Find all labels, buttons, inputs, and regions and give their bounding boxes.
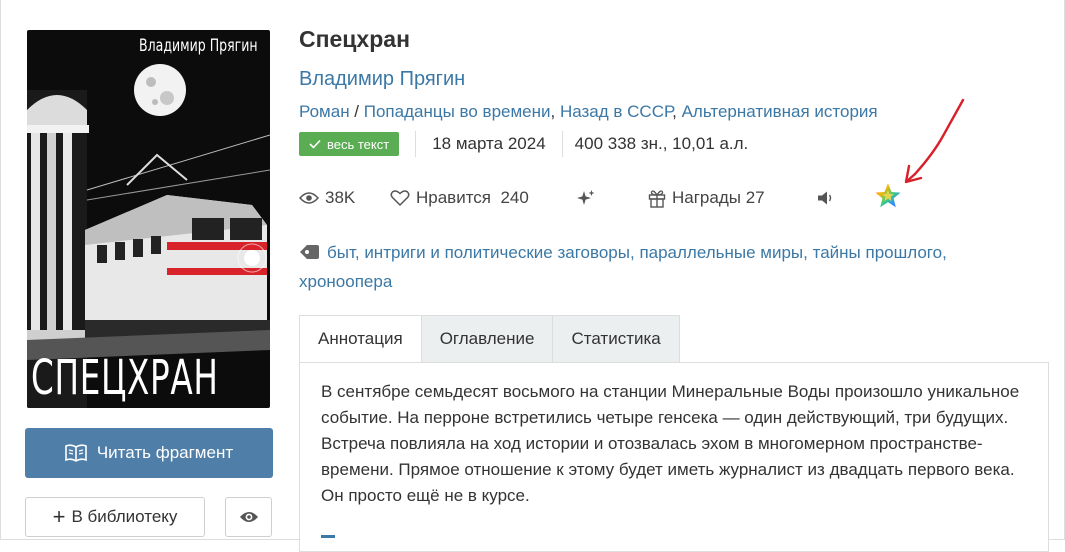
genre-link[interactable]: Назад в СССР [560,102,672,121]
heart-icon [390,190,410,207]
text-size: 400 338 зн., 10,01 а.л. [574,134,749,153]
tags-line: быт, интриги и политические заговоры, па… [299,243,947,291]
check-icon [309,139,321,149]
eye-icon [299,192,319,204]
speaker-icon [818,191,832,205]
likes-count: 240 [500,188,529,207]
sparkles-button[interactable] [576,186,602,210]
meta-row: весь текст 18 марта 2024 400 338 зн., 10… [299,131,748,157]
more-link-stub[interactable] [321,535,335,538]
tag-link[interactable]: параллельные миры [639,243,803,262]
eye-icon [239,512,258,522]
genre-comma: , [672,102,682,121]
genre-line: Роман / Попаданцы во времени, Назад в СС… [299,102,878,122]
book-icon [65,444,87,462]
tag-link[interactable]: хроноопера [299,272,392,291]
awards-label: Награды [672,188,741,207]
cover-author: Владимир Прягин [139,36,258,56]
read-fragment-label: Читать фрагмент [96,443,234,462]
awards-button[interactable]: Награды 27 [648,186,765,210]
tab-annotation[interactable]: Аннотация [299,315,422,363]
tag-link[interactable]: быт [327,243,355,262]
watch-button[interactable] [225,497,272,537]
awards-count: 27 [745,188,765,207]
like-button[interactable]: Нравится 240 [390,186,529,210]
genre-separator: / [349,102,364,121]
annotation-panel: В сентябре семьдесят восьмого на станции… [299,362,1049,552]
genre-comma: , [550,102,560,121]
views-count: 38K [325,188,356,207]
tag-link[interactable]: интриги и политические заговоры [364,243,630,262]
genre-link-main[interactable]: Роман [299,102,350,121]
genre-link[interactable]: Попаданцы во времени [364,102,551,121]
divider [561,131,563,157]
add-to-library-button[interactable]: + В библиотеку [25,497,205,537]
book-title: Спецхран [299,26,410,52]
book-tabs: Аннотация Оглавление Статистика [299,315,680,363]
status-badge: весь текст [299,132,400,156]
genre-link[interactable]: Альтернативная история [682,102,878,121]
publish-date: 18 марта 2024 [432,134,546,153]
annotation-text: В сентябре семьдесят восьмого на станции… [321,382,1020,505]
tag-link[interactable]: тайны прошлого [813,243,942,262]
book-author-link[interactable]: Владимир Прягин [299,68,465,91]
tab-contents[interactable]: Оглавление [421,315,554,363]
annotation-arrow [904,98,965,184]
cover-title: СПЕЦХРАН [31,350,219,406]
book-cover[interactable]: Владимир Прягин СПЕЦХРАН [27,30,270,408]
status-badge-text: весь текст [327,136,390,152]
read-fragment-button[interactable]: Читать фрагмент [25,428,273,478]
sparkles-icon [577,190,595,205]
tab-statistics[interactable]: Статистика [553,315,680,363]
divider [415,131,417,157]
add-to-library-label: В библиотеку [71,507,178,526]
tag-icon [299,243,321,269]
likes-label: Нравится [416,188,492,207]
views-stat: 38K [299,186,355,210]
plus-icon: + [52,504,66,529]
gift-icon [648,190,666,208]
audio-button[interactable] [817,186,841,210]
